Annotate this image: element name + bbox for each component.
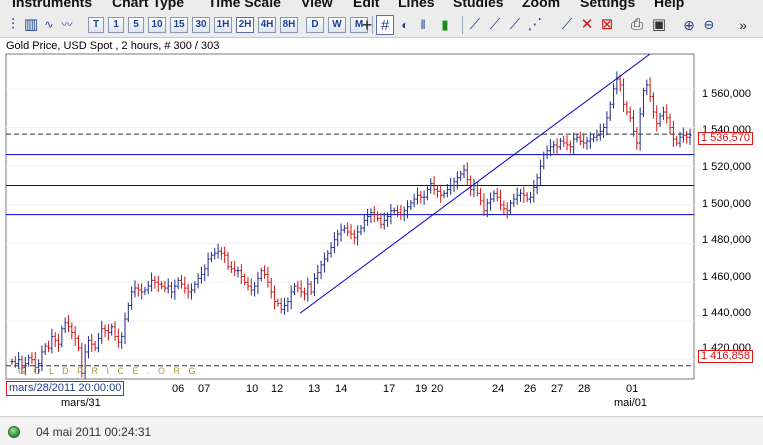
watermark: G O L D P R I C E . O R G [18,366,199,376]
price-label: 1 520,000 [702,161,751,173]
current-price-badge: 1 536,570 [698,132,753,145]
time-label: 06 [172,383,185,395]
time-label: 27 [551,383,564,395]
time-label: 19 [415,383,428,395]
time-label: 17 [383,383,396,395]
status-timestamp: 04 mai 2011 00:24:31 [36,425,152,439]
time-label: 13 [308,383,321,395]
connection-status-icon [8,426,20,438]
price-label: 1 560,000 [702,88,751,100]
cursor-time-badge: mars/28/2011 20:00:00 [6,381,125,396]
price-label: 1 460,000 [702,271,751,283]
time-label: 07 [198,383,211,395]
time-label: 28 [578,383,591,395]
price-label: 1 500,000 [702,198,751,210]
time-label: 26 [524,383,537,395]
time-label: 14 [335,383,348,395]
status-bar: 04 mai 2011 00:24:31 [0,416,763,445]
time-label: 20 [431,383,444,395]
cursor-price-badge: 1 416,858 [698,350,753,363]
price-chart[interactable] [0,0,763,445]
time-label: 12 [271,383,284,395]
price-label: 1 440,000 [702,307,751,319]
time-label: 10 [246,383,259,395]
month-label: mai/01 [614,397,648,409]
plot-area [5,53,695,380]
price-label: 1 480,000 [702,234,751,246]
time-label: 01 [626,383,639,395]
time-label: 24 [492,383,505,395]
month-label: mars/31 [61,397,101,409]
